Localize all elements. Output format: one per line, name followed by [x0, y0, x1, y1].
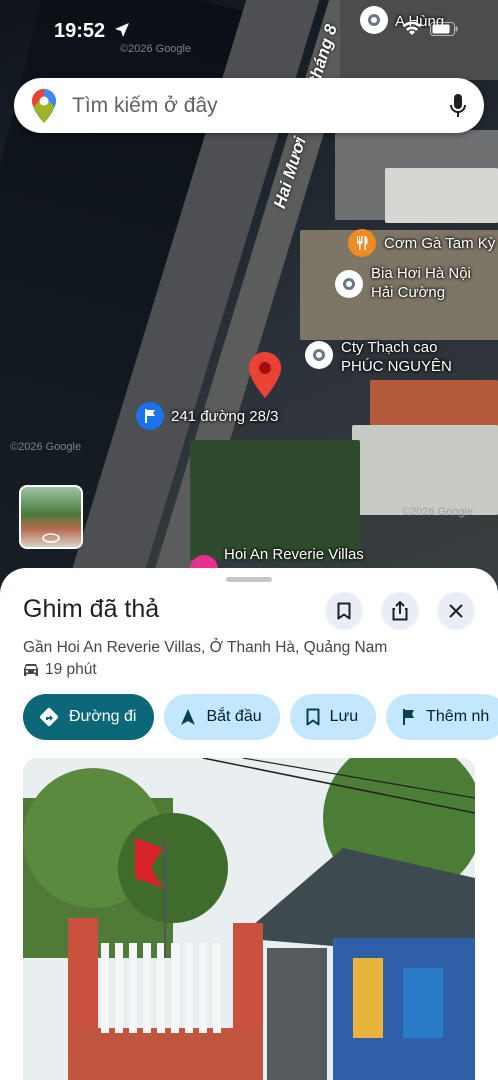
drag-handle[interactable]	[226, 577, 272, 582]
rotate-360-icon	[42, 533, 60, 543]
navigation-arrow-icon	[181, 709, 196, 725]
travel-time: 19 phút	[23, 661, 97, 679]
directions-button[interactable]: Đường đi	[23, 694, 155, 740]
poi-label[interactable]: Cơm Gà Tam Kỳ	[384, 234, 495, 253]
place-pin-icon[interactable]	[360, 6, 388, 34]
add-label-button[interactable]: Thêm nh	[386, 694, 498, 740]
place-photo[interactable]	[23, 758, 475, 1080]
microphone-icon[interactable]	[450, 93, 466, 118]
bookmark-icon	[337, 602, 351, 620]
save-label: Lưu	[329, 708, 359, 725]
map-watermark: ©2026 Google	[120, 43, 192, 55]
place-pin-icon[interactable]	[335, 270, 363, 298]
share-icon	[392, 601, 408, 621]
restaurant-icon[interactable]	[348, 229, 376, 257]
travel-time-value: 19 phút	[45, 661, 97, 678]
start-button[interactable]: Bắt đầu	[164, 694, 280, 740]
start-label: Bắt đầu	[206, 708, 262, 725]
poi-label[interactable]: Bia Hơi Hà Nội Hải Cường	[371, 264, 491, 302]
bookmark-icon	[306, 708, 320, 726]
search-bar[interactable]: Tìm kiếm ở đây	[14, 78, 484, 133]
car-icon	[24, 664, 38, 676]
map-watermark: ©2026 Google	[10, 441, 82, 453]
share-button[interactable]	[381, 592, 419, 630]
battery-icon	[430, 22, 458, 36]
street-view-thumbnail[interactable]	[19, 485, 83, 549]
directions-label: Đường đi	[69, 708, 137, 725]
save-icon-button[interactable]	[325, 592, 363, 630]
poi-label[interactable]: 241 đường 28/3	[171, 407, 278, 426]
place-pin-icon[interactable]	[305, 341, 333, 369]
trees	[190, 440, 360, 560]
place-address: Gần Hoi An Reverie Villas, Ở Thanh Hà, Q…	[23, 639, 388, 656]
place-sheet[interactable]: Ghim đã thả Gần Hoi An Reverie Villas, Ở…	[0, 568, 498, 1080]
location-arrow-icon	[114, 23, 129, 37]
google-maps-logo-icon	[32, 88, 56, 123]
directions-icon	[39, 707, 59, 727]
search-input[interactable]: Tìm kiếm ở đây	[72, 94, 450, 118]
close-button[interactable]	[437, 592, 475, 630]
wifi-icon	[402, 22, 422, 35]
building	[385, 168, 498, 223]
poi-label[interactable]: Hoi An Reverie Villas	[224, 545, 364, 564]
place-title: Ghim đã thả	[23, 595, 160, 623]
street-photo	[23, 758, 475, 1080]
building	[352, 425, 498, 515]
status-time: 19:52	[54, 20, 130, 43]
save-button[interactable]: Lưu	[289, 694, 377, 740]
add-label-label: Thêm nh	[426, 708, 490, 725]
map-watermark: ©2026 Google	[402, 506, 474, 518]
status-icons	[402, 22, 458, 36]
action-chips: Đường đi Bắt đầu Lưu Thêm nh	[23, 694, 498, 740]
flag-icon[interactable]	[136, 402, 164, 430]
poi-label[interactable]: Cty Thạch cao PHÚC NGUYÊN	[341, 338, 481, 376]
flag-icon	[403, 709, 415, 725]
dropped-pin-icon[interactable]	[249, 352, 281, 403]
close-icon	[449, 604, 463, 618]
